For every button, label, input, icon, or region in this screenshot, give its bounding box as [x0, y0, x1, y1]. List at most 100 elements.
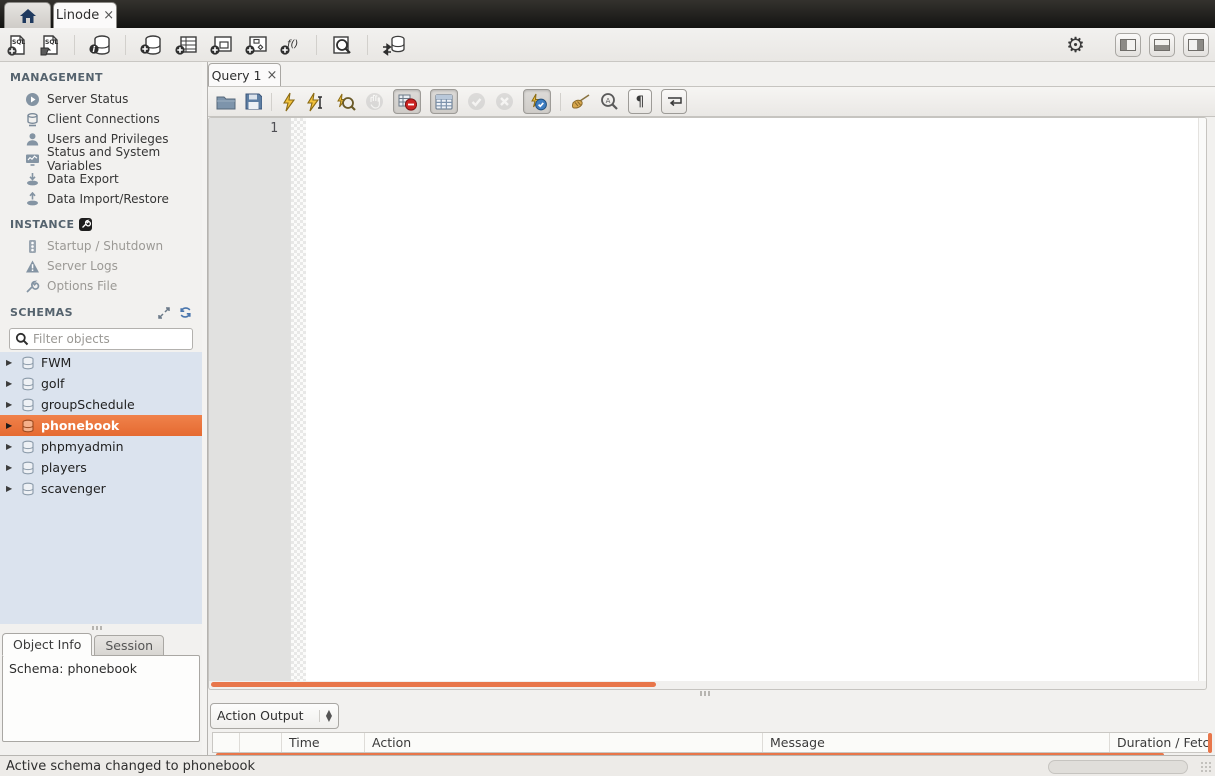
user-icon: [25, 132, 40, 147]
beautify-script-button[interactable]: [570, 93, 591, 111]
toggle-invisible-characters-button[interactable]: ¶: [628, 89, 652, 114]
toggle-word-wrap-button[interactable]: [661, 89, 687, 114]
svg-text:SQL: SQL: [45, 39, 58, 46]
expander-icon[interactable]: ▶: [6, 421, 15, 430]
expander-icon[interactable]: ▶: [6, 358, 15, 367]
connection-tab-linode[interactable]: Linode ×: [53, 2, 117, 28]
stop-execution-button[interactable]: [365, 92, 384, 111]
schema-row-phpmyadmin[interactable]: ▶ phpmyadmin: [0, 436, 202, 457]
sidebar-item-server-status[interactable]: Server Status: [0, 89, 202, 109]
column-status-icon[interactable]: [213, 733, 240, 752]
create-function-button[interactable]: f(): [279, 34, 303, 56]
limit-rows-button[interactable]: [430, 89, 458, 114]
pilcrow-icon: ¶: [636, 94, 645, 110]
output-type-select[interactable]: Action Output ▲▼: [210, 703, 339, 729]
schema-row-scavenger[interactable]: ▶ scavenger: [0, 478, 202, 499]
toggle-output-area-button[interactable]: [1149, 33, 1175, 57]
sidebar-item-options-file[interactable]: Options File: [0, 276, 202, 296]
toggle-secondary-sidebar-button[interactable]: [1183, 33, 1209, 57]
sidebar-item-status-system-variables[interactable]: Status and System Variables: [0, 149, 202, 169]
toggle-autocommit-button[interactable]: [523, 89, 551, 114]
schema-row-groupschedule[interactable]: ▶ groupSchedule: [0, 394, 202, 415]
editor-vertical-scrollbar[interactable]: [1198, 118, 1206, 681]
rollback-button[interactable]: [495, 92, 514, 111]
object-info-panel: Schema: phonebook: [2, 655, 200, 742]
find-button[interactable]: A: [600, 92, 619, 111]
sidebar-item-data-import[interactable]: Data Import/Restore: [0, 189, 202, 209]
schema-row-fwm[interactable]: ▶ FWM: [0, 352, 202, 373]
close-icon[interactable]: ×: [103, 8, 114, 23]
expander-icon[interactable]: ▶: [6, 484, 15, 493]
open-script-button[interactable]: [216, 94, 236, 110]
sql-editor[interactable]: 1: [208, 117, 1207, 681]
expander-icon[interactable]: ▶: [6, 379, 15, 388]
new-sql-script-button[interactable]: SQL: [6, 34, 28, 56]
statusbar: Active schema changed to phonebook: [0, 755, 1215, 776]
toggle-sidebar-button[interactable]: [1115, 33, 1141, 57]
output-vertical-scrollbar[interactable]: [1208, 733, 1212, 753]
close-icon[interactable]: ×: [267, 68, 278, 83]
data-export-icon: [25, 172, 40, 187]
home-icon: [19, 8, 37, 24]
wrench-icon: [25, 279, 40, 294]
search-icon: [15, 332, 29, 346]
system-variables-icon: [25, 152, 40, 167]
reconnect-dbms-button[interactable]: [381, 34, 407, 56]
create-schema-button[interactable]: [139, 34, 163, 56]
toggle-stop-on-error-button[interactable]: [393, 89, 421, 114]
search-data-button[interactable]: [330, 34, 354, 56]
schema-icon: [21, 377, 35, 391]
instance-section-title: INSTANCE: [0, 209, 202, 236]
sidebar-item-server-logs[interactable]: Server Logs: [0, 256, 202, 276]
expand-schemas-icon[interactable]: [158, 307, 170, 319]
line-number: 1: [209, 118, 291, 136]
column-message[interactable]: Message: [763, 733, 1110, 752]
create-view-button[interactable]: [209, 34, 233, 56]
open-sql-script-button[interactable]: SQL: [39, 34, 61, 56]
toolbar-separator: [367, 35, 368, 55]
column-action[interactable]: Action: [365, 733, 763, 752]
sidebar-item-startup-shutdown[interactable]: Startup / Shutdown: [0, 236, 202, 256]
tab-query-1[interactable]: Query 1 ×: [208, 63, 281, 86]
save-script-button[interactable]: [245, 93, 262, 110]
schema-row-phonebook[interactable]: ▶ phonebook: [0, 415, 202, 436]
inspect-database-button[interactable]: i: [88, 34, 112, 56]
sidebar-splitter[interactable]: [0, 624, 202, 632]
sidebar: MANAGEMENT Server Status Client Connecti…: [0, 62, 202, 755]
output-splitter[interactable]: [700, 691, 710, 696]
schema-filter-input[interactable]: [33, 332, 187, 346]
explain-statement-button[interactable]: [335, 92, 356, 112]
object-info-text: Schema: phonebook: [9, 661, 137, 676]
tab-session[interactable]: Session: [94, 635, 164, 656]
execute-button[interactable]: [281, 92, 297, 112]
column-index[interactable]: [240, 733, 282, 752]
resize-grip[interactable]: [1200, 761, 1212, 773]
tab-object-info[interactable]: Object Info: [2, 633, 92, 656]
toolbar-separator: [125, 35, 126, 55]
main-toolbar: SQL SQL i f(): [0, 28, 1215, 62]
schema-row-players[interactable]: ▶ players: [0, 457, 202, 478]
column-duration-fetch[interactable]: Duration / Fetch: [1110, 733, 1208, 752]
sidebar-item-client-connections[interactable]: Client Connections: [0, 109, 202, 129]
connection-tab-label: Linode: [56, 8, 99, 23]
schema-icon: [21, 398, 35, 412]
expander-icon[interactable]: ▶: [6, 400, 15, 409]
svg-text:i: i: [92, 45, 95, 54]
expander-icon[interactable]: ▶: [6, 463, 15, 472]
preferences-icon[interactable]: ⚙: [1066, 33, 1085, 57]
refresh-schemas-icon[interactable]: [179, 306, 192, 319]
commit-button[interactable]: [467, 92, 486, 111]
execute-current-statement-button[interactable]: [306, 92, 326, 112]
create-table-button[interactable]: [174, 34, 198, 56]
schema-row-golf[interactable]: ▶ golf: [0, 373, 202, 394]
startup-shutdown-icon: [25, 239, 40, 254]
editor-horizontal-scrollbar[interactable]: [208, 681, 1207, 690]
create-procedure-button[interactable]: [244, 34, 268, 56]
home-tab[interactable]: [4, 2, 51, 28]
expander-icon[interactable]: ▶: [6, 442, 15, 451]
column-time[interactable]: Time: [282, 733, 365, 752]
main-area: Query 1 ×: [208, 62, 1215, 755]
svg-text:SQL: SQL: [12, 39, 25, 46]
data-import-icon: [25, 192, 40, 207]
scrollbar-thumb[interactable]: [211, 682, 656, 687]
